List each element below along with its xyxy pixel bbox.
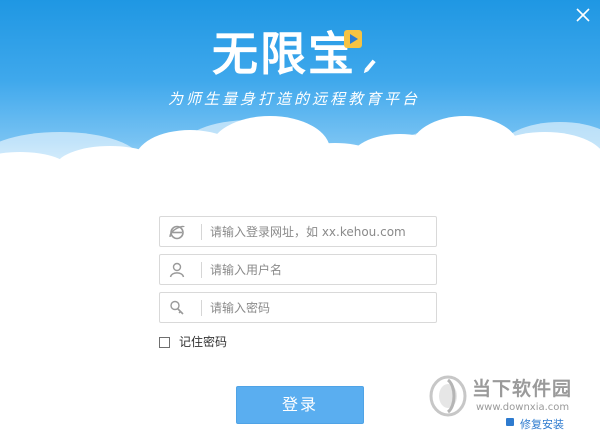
password-input[interactable] [210, 298, 430, 318]
field-separator [201, 262, 202, 278]
remember-password[interactable]: 记住密码 [159, 334, 227, 350]
remember-checkbox[interactable] [159, 336, 170, 348]
app-title: 无限宝 [212, 27, 356, 81]
pencil-icon [363, 59, 376, 74]
header-banner: 无限宝 为师生量身打造的远程教育平台 [0, 0, 600, 178]
repair-icon [506, 418, 514, 426]
username-field[interactable] [159, 254, 437, 285]
field-separator [201, 224, 202, 240]
watermark-name: 当下软件园 [472, 378, 573, 400]
play-icon [344, 30, 362, 48]
password-field[interactable] [159, 292, 437, 323]
user-icon [168, 261, 186, 279]
tagline: 为师生量身打造的远程教育平台 [168, 90, 421, 108]
close-button[interactable] [574, 6, 592, 24]
close-icon [576, 8, 590, 22]
username-input[interactable] [210, 260, 430, 280]
url-field[interactable] [159, 216, 437, 247]
watermark-url: www.downxia.com [476, 402, 570, 413]
watermark: 当下软件园 www.downxia.com 修复安装 [428, 372, 598, 430]
url-input[interactable] [210, 222, 430, 242]
repair-install-link[interactable]: 修复安装 [520, 416, 564, 430]
field-separator [201, 300, 202, 316]
ie-browser-icon [168, 223, 186, 241]
key-icon [168, 299, 186, 317]
remember-label: 记住密码 [179, 335, 228, 349]
login-button[interactable]: 登录 [236, 386, 364, 424]
downxia-logo-icon [429, 375, 467, 417]
